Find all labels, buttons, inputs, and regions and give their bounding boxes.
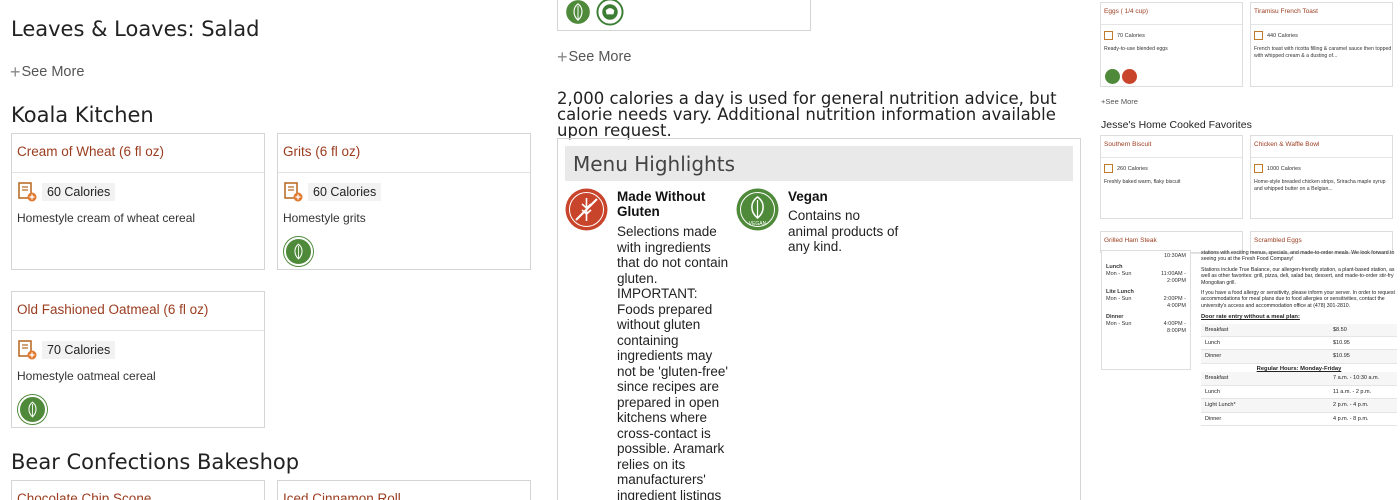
menu-item-description: French toast with ricotta filling & cara… [1254, 46, 1392, 59]
calorie-icon [1254, 164, 1263, 173]
calorie-disclaimer: 2,000 calories a day is used for general… [557, 89, 1057, 140]
station-title-jesses: Jesse's Home Cooked Favorites [1101, 119, 1252, 131]
menu-highlights-title: Menu Highlights [565, 146, 1073, 181]
menu-item-card[interactable]: Southern Biscuit 260 Calories Freshly ba… [1100, 135, 1243, 219]
menu-item-card[interactable]: Chocolate Chip Scone [11, 480, 265, 500]
table-row: Breakfast 7 a.m. - 10:30 a.m. [1201, 372, 1397, 386]
vegan-badge-label: VEGAN [749, 221, 767, 227]
table-row: Lunch 11 a.m. - 2 p.m. [1201, 386, 1397, 400]
menu-item-card[interactable]: Grits (6 fl oz) 60 Calories Homestyle gr… [277, 133, 531, 270]
menu-item-description: Homestyle oatmeal cereal [17, 369, 156, 383]
calorie-icon [1104, 31, 1113, 40]
calorie-row: 440 Calories [1254, 31, 1392, 40]
menu-item-name[interactable]: Chicken & Waffle Bowl [1251, 136, 1392, 158]
menu-item-card[interactable]: Iced Cinnamon Roll [277, 480, 531, 500]
menu-item-name[interactable]: Grits (6 fl oz) [278, 134, 530, 173]
menu-item-name[interactable]: Chocolate Chip Scone [12, 481, 264, 500]
menu-item-description: Ready-to-use blended eggs [1104, 46, 1168, 52]
calorie-row: 60 Calories [17, 182, 264, 202]
vegan-description: Contains no animal products of any kind. [788, 208, 899, 254]
table-row: Breakfast $8.50 [1201, 323, 1397, 338]
menu-item-card[interactable]: Tiramisu French Toast 440 Calories Frenc… [1250, 2, 1393, 87]
location-info: stations with exciting menus, specials, … [1201, 250, 1397, 426]
calorie-icon [1104, 164, 1113, 173]
menu-item-card-partial[interactable] [557, 0, 811, 31]
calorie-count: 60 Calories [308, 183, 382, 201]
table-row: Light Lunch* 2 p.m. - 4 p.m. [1201, 399, 1397, 413]
vegan-icon[interactable] [1105, 69, 1120, 84]
calorie-icon [18, 182, 37, 202]
gluten-free-icon[interactable] [1122, 69, 1137, 84]
left-column: Leaves & Loaves: Salad + See More Koala K… [0, 0, 545, 500]
menu-item-name[interactable]: Eggs ( 1/4 cup) [1101, 3, 1242, 25]
station-title-bear: Bear Confections Bakeshop [11, 450, 300, 474]
calorie-row: 1000 Calories [1254, 164, 1392, 173]
hours-block: Lite Lunch Mon - Sun 2:00PM - 4:00PM [1106, 289, 1186, 309]
menu-item-description: Home-style breaded chicken strips, Srira… [1254, 179, 1386, 192]
plus-icon: + [557, 47, 568, 67]
menu-item-description: Homestyle cream of wheat cereal [17, 211, 196, 225]
menu-item-description: Freshly baked warm, flaky biscuit [1104, 179, 1181, 185]
door-rate-table: Breakfast $8.50 Lunch $10.95 Dinner $10.95 [1201, 323, 1397, 364]
calorie-icon [284, 182, 303, 202]
info-paragraph: Stations include True Balance, our aller… [1201, 266, 1395, 286]
menu-item-card[interactable]: Eggs ( 1/4 cup) 70 Calories Ready-to-use… [1100, 2, 1243, 87]
menu-item-name[interactable]: Tiramisu French Toast [1251, 3, 1392, 25]
hours-panel: 10:30AM Lunch Mon - Sun 11:00AM - 2:00PM … [1101, 250, 1191, 370]
hours-time: 10:30AM [1163, 253, 1186, 259]
menu-page: Leaves & Loaves: Salad + See More Koala K… [0, 0, 1400, 500]
info-paragraph: stations with exciting menus, specials, … [1201, 250, 1395, 263]
gluten-title: Made Without Gluten [617, 189, 706, 219]
vegan-icon[interactable] [284, 237, 313, 266]
menu-item-name[interactable]: Old Fashioned Oatmeal (6 fl oz) [12, 292, 264, 331]
gluten-free-icon [565, 188, 608, 231]
calorie-row: 60 Calories [283, 182, 530, 202]
calorie-row: 70 Calories [17, 340, 264, 360]
table-row: Dinner 4 p.m. - 8 p.m. [1201, 413, 1397, 426]
right-column-preview: Eggs ( 1/4 cup) 70 Calories Ready-to-use… [1098, 0, 1400, 500]
calorie-count: 70 Calories [42, 341, 116, 359]
middle-column: + See More 2,000 calories a day is used f… [557, 0, 1081, 500]
vegan-title: Vegan [788, 189, 828, 204]
calorie-row: 70 Calories [1104, 31, 1242, 40]
menu-item-card[interactable]: Old Fashioned Oatmeal (6 fl oz) 70 Calor… [11, 291, 265, 428]
calorie-count: 60 Calories [42, 183, 116, 201]
plus-icon: + [10, 62, 21, 82]
menu-item-name[interactable]: Iced Cinnamon Roll [278, 481, 530, 500]
vegan-icon[interactable] [18, 395, 47, 424]
vegan-icon[interactable] [564, 0, 592, 26]
gluten-description: Selections made with ingredients that do… [617, 224, 729, 500]
menu-item-name[interactable]: Southern Biscuit [1101, 136, 1242, 158]
table-row: Dinner $10.95 [1201, 350, 1397, 364]
regular-hours-table: Breakfast 7 a.m. - 10:30 a.m. Lunch 11 a.m… [1201, 372, 1397, 426]
menu-item-description: Homestyle grits [283, 211, 366, 225]
vegan-icon: VEGAN [736, 188, 779, 231]
chef-choice-icon[interactable] [596, 0, 624, 26]
calorie-icon [1254, 31, 1263, 40]
door-rate-title: Door rate entry without a meal plan: [1201, 314, 1300, 321]
info-paragraph: If you have a food allergy or sensitivit… [1201, 290, 1395, 309]
menu-item-card[interactable]: Cream of Wheat (6 fl oz) 60 Calories Hom… [11, 133, 265, 270]
hours-block: Dinner Mon - Sun 4:00PM - 8:00PM [1106, 314, 1186, 334]
calorie-icon [18, 340, 37, 360]
station-title-koala: Koala Kitchen [11, 103, 154, 127]
menu-item-card[interactable]: Chicken & Waffle Bowl 1000 Calories Home… [1250, 135, 1393, 219]
see-more-button[interactable]: +See More [1101, 97, 1138, 106]
see-more-button[interactable]: +See More [10, 63, 84, 81]
menu-highlights-panel: Menu Highlights Made Without Gluten Sele… [557, 138, 1081, 500]
station-title-leaves: Leaves & Loaves: Salad [11, 17, 260, 41]
menu-item-name[interactable]: Cream of Wheat (6 fl oz) [12, 134, 264, 173]
see-more-button[interactable]: +See More [557, 48, 631, 66]
table-row: Lunch $10.95 [1201, 337, 1397, 351]
hours-block: Lunch Mon - Sun 11:00AM - 2:00PM [1106, 264, 1186, 284]
calorie-row: 260 Calories [1104, 164, 1242, 173]
